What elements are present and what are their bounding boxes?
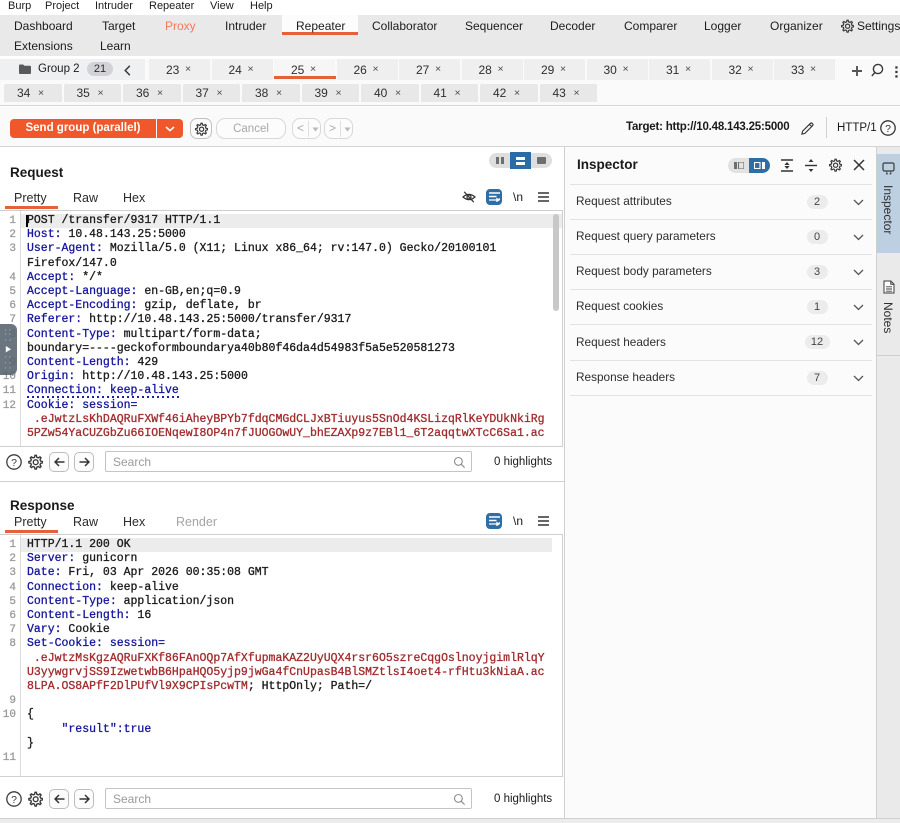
svg-text:?: ? [11,794,17,806]
svg-text:?: ? [11,457,17,469]
svg-text:?: ? [885,123,891,135]
